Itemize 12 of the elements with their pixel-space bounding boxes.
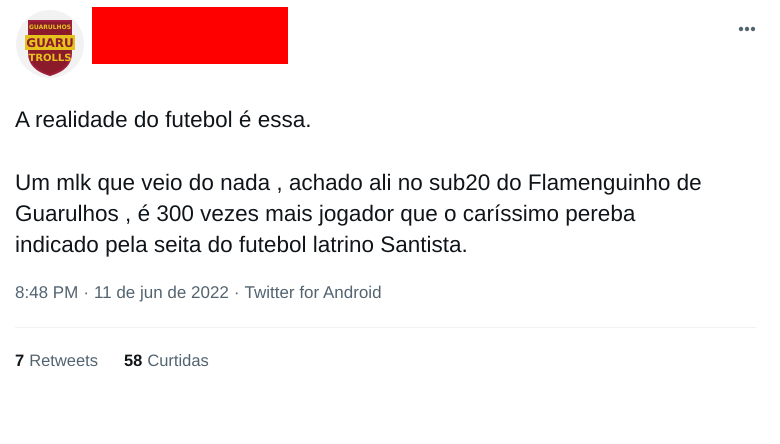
tweet-text: A realidade do futebol é essa.	[15, 106, 312, 134]
stat-label[interactable]: Retweets	[29, 352, 98, 371]
more-icon[interactable]	[738, 26, 756, 32]
separator-dot: ·	[83, 283, 89, 303]
separator-dot: ·	[234, 283, 240, 303]
stat-label[interactable]: Curtidas	[147, 352, 209, 371]
tweet-text: Um mlk que veio do nada , achado ali no sub20 do Flamenguinho de Guarulhos , é 300 vezes mais jogador que o caríssimo pereba indicado pela seita do futebol latrino Santista.	[15, 169, 703, 259]
stat-count[interactable]: 58	[124, 352, 142, 371]
tweet-time[interactable]: 8:48 PM	[15, 283, 78, 303]
tweet-date[interactable]: 11 de jun de 2022	[94, 283, 229, 303]
tweet-source[interactable]: Twitter for Android	[244, 283, 382, 303]
stat-count[interactable]: 7	[15, 352, 24, 371]
